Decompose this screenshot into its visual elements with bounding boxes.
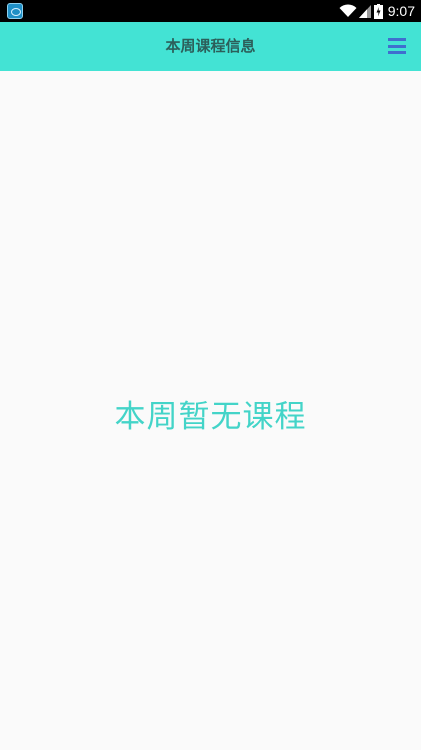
app-bar: 本周课程信息: [0, 22, 421, 71]
menu-button[interactable]: [388, 38, 406, 54]
cell-signal-icon: [358, 4, 371, 18]
page-title: 本周课程信息: [165, 37, 256, 55]
hamburger-menu-icon-line-top: [388, 38, 406, 41]
empty-state-message: 本周暂无课程: [114, 399, 307, 435]
app-notification-icon: [7, 3, 23, 19]
hamburger-menu-icon-line-middle: [388, 44, 406, 48]
course-list-area: 本周暂无课程: [0, 71, 421, 750]
status-indicators: 9:07: [339, 0, 415, 22]
wifi-icon: [339, 4, 357, 17]
hamburger-menu-icon-line-bottom: [388, 51, 406, 54]
status-time: 9:07: [387, 3, 415, 19]
status-bar: 9:07: [0, 0, 421, 22]
battery-charging-icon: [373, 3, 383, 19]
